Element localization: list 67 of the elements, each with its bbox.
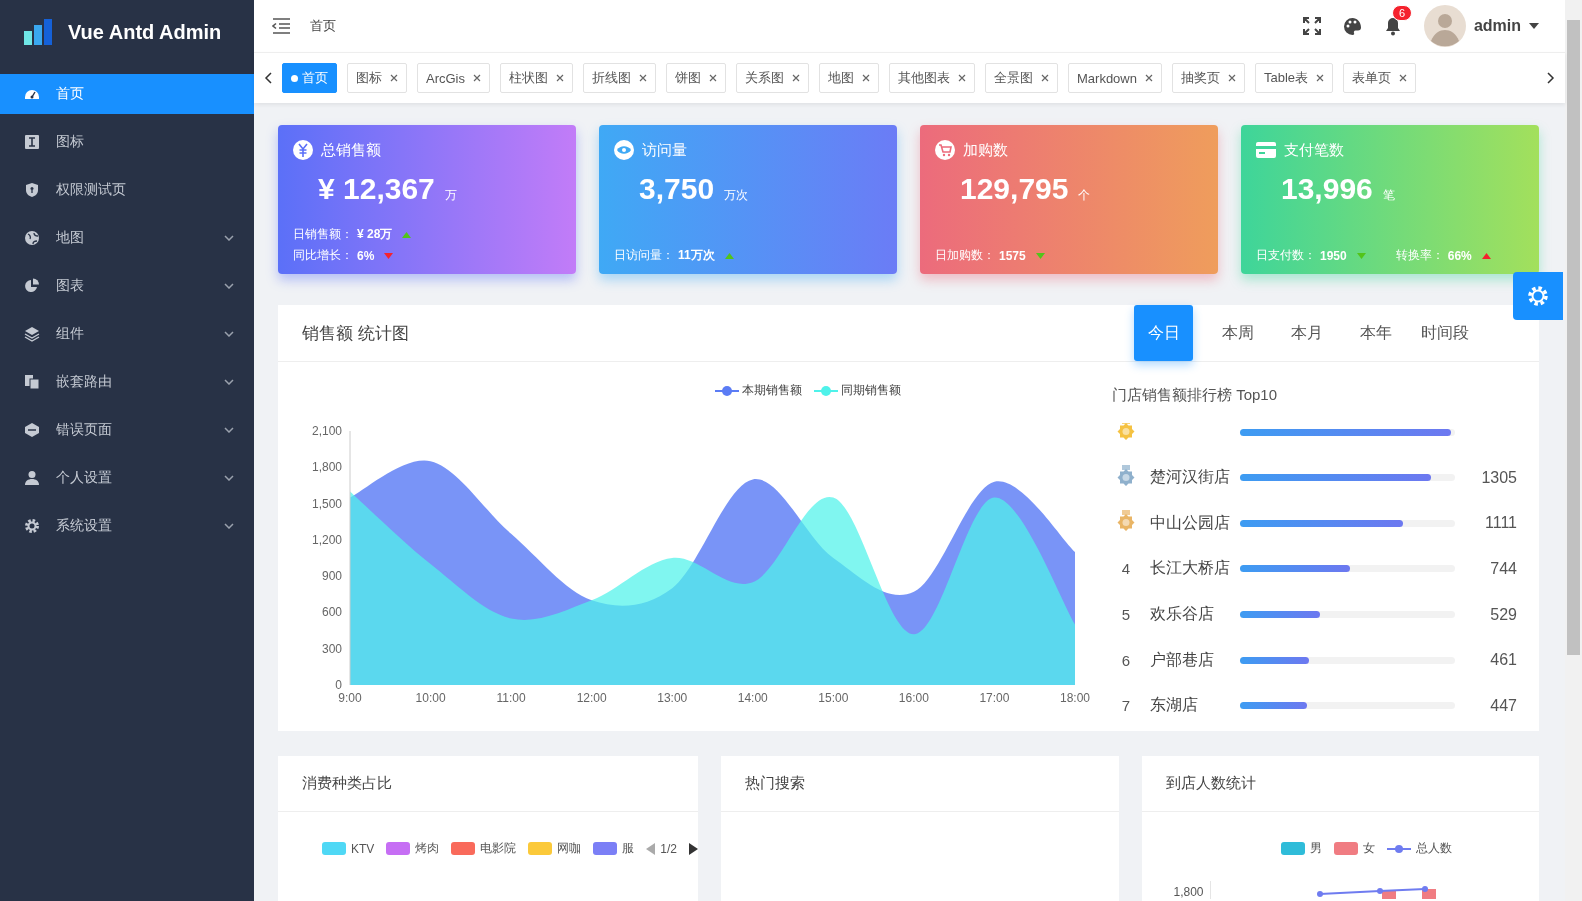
panel-title: 到店人数统计 xyxy=(1165,774,1257,793)
notification-badge: 6 xyxy=(1391,4,1412,21)
page-indicator: 1/2 xyxy=(660,841,678,856)
stat-label: 日支付数： xyxy=(1256,247,1316,264)
axis-tick-label: 0 xyxy=(335,678,342,692)
stat-figure: 1575 xyxy=(999,248,1026,263)
card-title: 访问量 xyxy=(642,140,687,160)
axis-tick-label: 2,100 xyxy=(311,424,342,438)
axis-tick-label: 1,200 xyxy=(311,532,342,547)
app-title: Vue Antd Admin xyxy=(68,20,222,44)
stat-label: 日加购数： xyxy=(935,247,995,264)
card-title: 总销售额 xyxy=(321,140,381,160)
stat-label: 日访问量： xyxy=(614,247,674,264)
card-title: 加购数 xyxy=(963,140,1008,160)
stat-figure: 66% xyxy=(1447,248,1472,263)
stat-unit: 万次 xyxy=(724,187,749,204)
store-name: 欢乐谷店 xyxy=(1150,605,1214,623)
axis-tick-label: 12:00 xyxy=(576,691,607,705)
sales-value: 447 xyxy=(1490,696,1517,714)
axis-tick-label: 600 xyxy=(321,605,342,620)
axis-tick-label: 9:00 xyxy=(338,691,362,705)
stat-value: ¥ 12,367 xyxy=(318,172,435,206)
axis-tick-label: 11:00 xyxy=(496,691,526,705)
card-title: 支付笔数 xyxy=(1284,140,1344,160)
rank-number: 7 xyxy=(1121,697,1131,715)
sales-value: 461 xyxy=(1490,651,1517,669)
axis-tick-label: 15:00 xyxy=(818,691,849,705)
stat-value: 3,750 xyxy=(639,172,715,206)
panel-title: 热门搜索 xyxy=(745,774,807,793)
store-name: 东湖店 xyxy=(1150,696,1198,714)
stat-label: 日销售额： xyxy=(293,226,353,243)
sales-value: 1111 xyxy=(1484,514,1517,532)
axis-tick-label: 1,800 xyxy=(311,460,342,475)
stat-value: 129,795 xyxy=(960,172,1069,206)
axis-tick-label: 18:00 xyxy=(1060,691,1090,705)
axis-tick-label: 10:00 xyxy=(415,691,446,705)
stat-figure: 1950 xyxy=(1320,248,1347,263)
stat-unit: 笔 xyxy=(1382,187,1395,204)
store-name: 中山公园店 xyxy=(1150,513,1230,531)
stat-label: 同比增长： xyxy=(293,247,353,264)
axis-tick-label: 300 xyxy=(321,641,342,656)
stat-figure: 11万次 xyxy=(678,247,715,264)
stat-unit: 个 xyxy=(1078,187,1091,204)
store-name: 户部巷店 xyxy=(1150,650,1214,668)
axis-tick-label: 1,500 xyxy=(311,496,342,511)
stat-label: 转换率： xyxy=(1395,247,1444,264)
axis-tick-label: 17:00 xyxy=(979,691,1010,705)
sales-value: 744 xyxy=(1490,560,1517,577)
stat-figure: ¥ 28万 xyxy=(357,226,393,243)
rank-number: 4 xyxy=(1121,560,1131,578)
stat-figure: 6% xyxy=(357,248,375,263)
axis-tick-label: 14:00 xyxy=(737,691,768,705)
rank-number: 5 xyxy=(1121,606,1131,624)
sales-value: 1305 xyxy=(1481,468,1517,486)
rank-number: 6 xyxy=(1121,651,1131,669)
axis-tick-label: 900 xyxy=(321,569,342,584)
ranking-title: 门店销售额排行榜 Top10 xyxy=(1112,386,1279,405)
sales-value: 529 xyxy=(1490,605,1517,623)
axis-tick-label: 16:00 xyxy=(898,691,929,705)
store-name: 楚河汉街店 xyxy=(1150,468,1230,486)
stat-value: 13,996 xyxy=(1281,172,1373,206)
store-name: 长江大桥店 xyxy=(1150,559,1230,577)
panel-title: 消费种类占比 xyxy=(302,774,393,793)
axis-tick-label: 1,800 xyxy=(1173,885,1204,899)
panel-title: 销售额 统计图 xyxy=(302,322,410,345)
stat-unit: 万 xyxy=(444,187,457,204)
axis-tick-label: 13:00 xyxy=(657,691,688,705)
